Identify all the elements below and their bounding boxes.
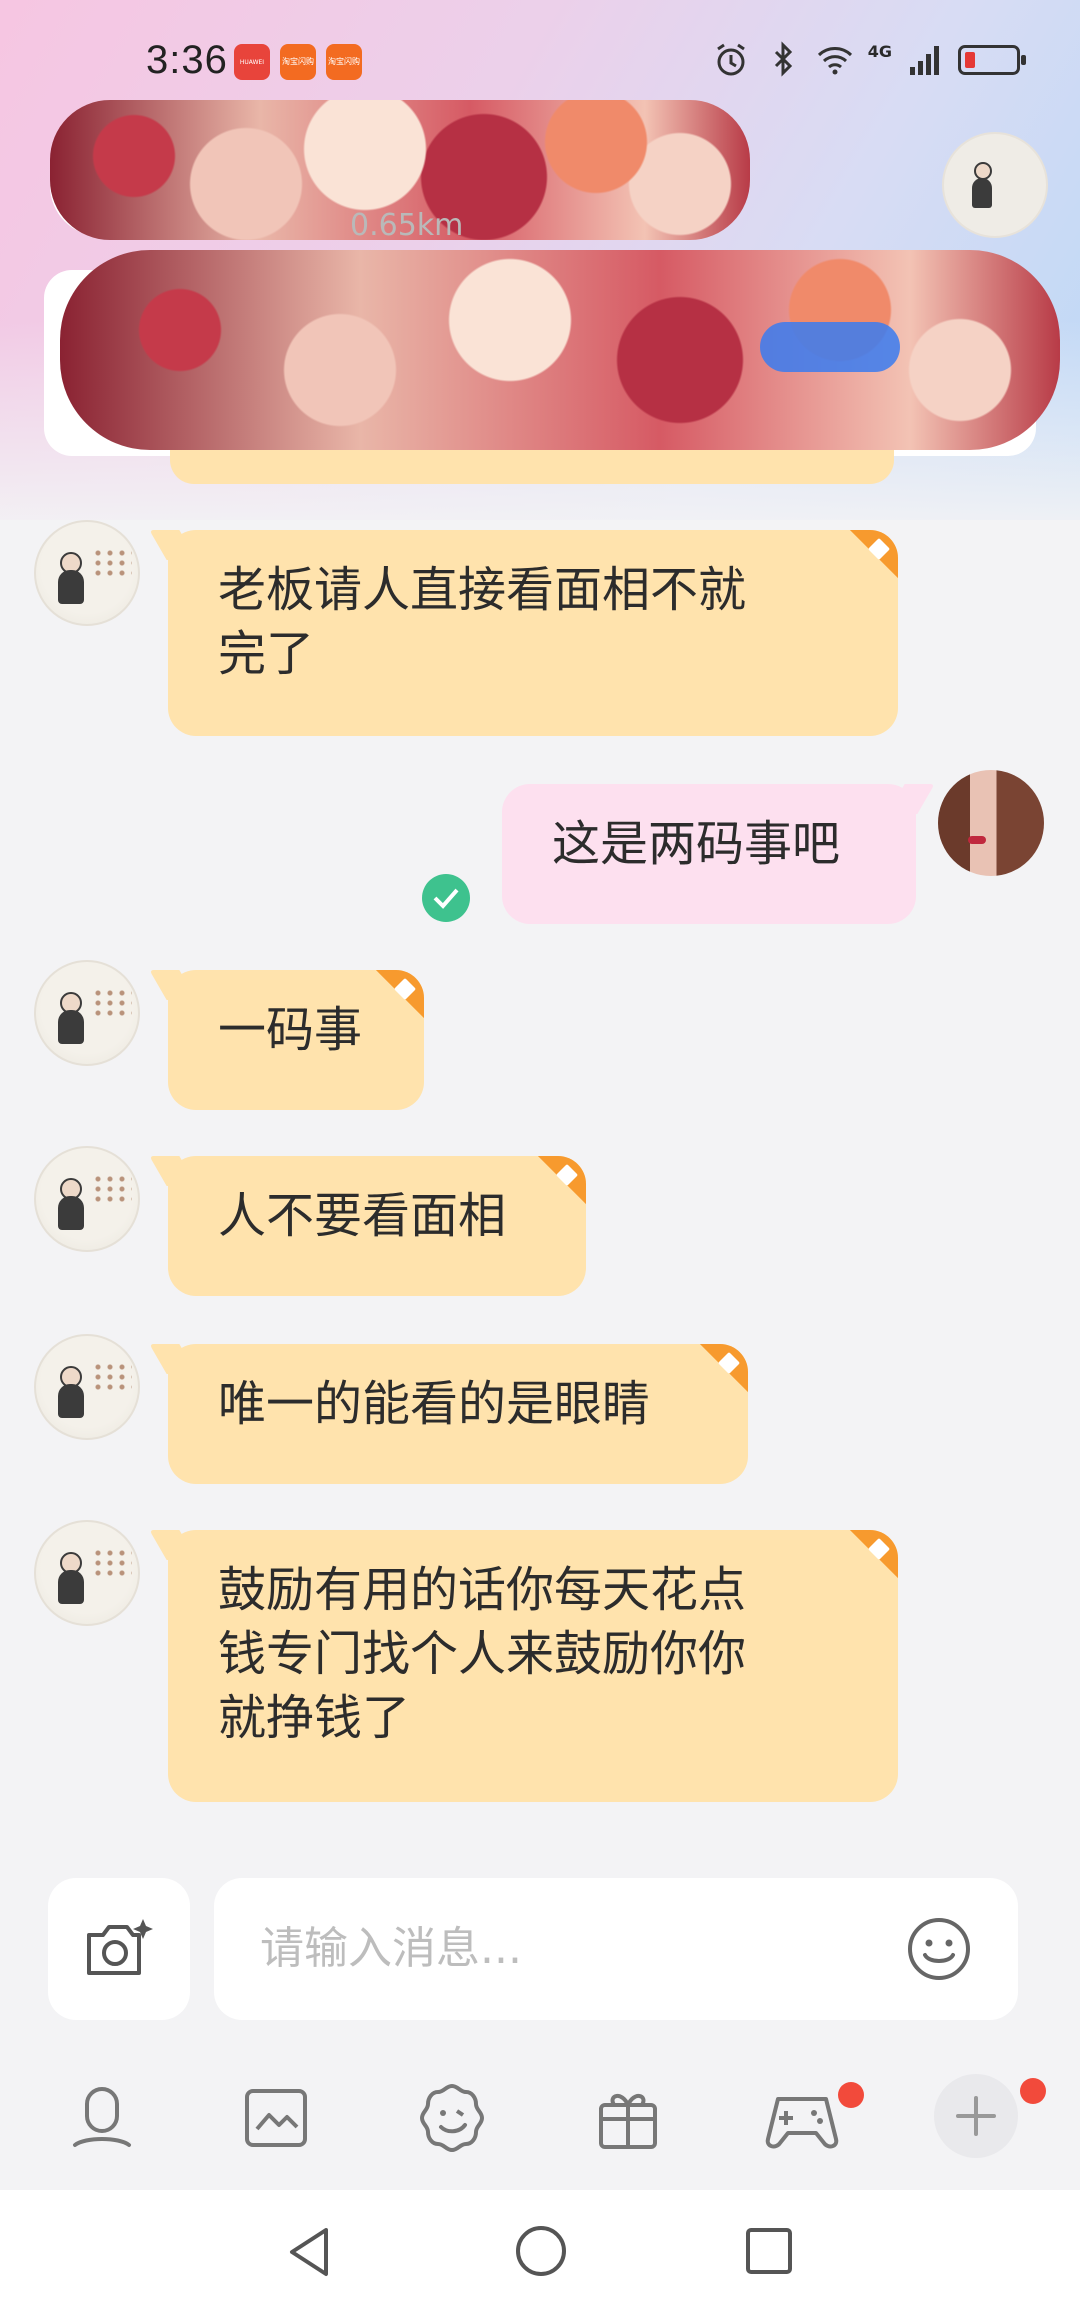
message-bubble[interactable]: 鼓励有用的话你每天花点 钱专门找个人来鼓励你你 就挣钱了 bbox=[168, 1530, 898, 1802]
rose-cover-image bbox=[60, 250, 1060, 450]
taobao-flash-icon: 淘宝闪购 bbox=[280, 44, 316, 80]
game-button[interactable] bbox=[762, 2078, 842, 2158]
composer bbox=[0, 1860, 1080, 2090]
status-icons: 4G bbox=[712, 40, 1026, 80]
message-line: 一码事 bbox=[218, 1002, 363, 1058]
partner-avatar[interactable] bbox=[34, 1334, 140, 1440]
gift-icon bbox=[599, 2094, 657, 2149]
game-notification-dot bbox=[838, 2082, 864, 2108]
signal-icon bbox=[910, 46, 939, 75]
vip-ribbon-icon bbox=[684, 1344, 748, 1408]
message-line: 钱专门找个人来鼓励你你 bbox=[218, 1626, 747, 1682]
emoji-icon[interactable] bbox=[906, 1916, 972, 1982]
vip-ribbon-icon bbox=[522, 1156, 586, 1220]
taobao-flash-icon-2: 淘宝闪购 bbox=[326, 44, 362, 80]
voice-button[interactable] bbox=[62, 2078, 142, 2158]
message-line: 这是两码事吧 bbox=[552, 816, 841, 872]
message-bubble[interactable]: 老板请人直接看面相不就 完了 bbox=[168, 530, 898, 736]
message-bubble[interactable]: 一码事 bbox=[168, 970, 424, 1110]
battery-icon bbox=[958, 45, 1026, 75]
alarm-icon bbox=[716, 43, 745, 76]
sticker-button[interactable] bbox=[412, 2078, 492, 2158]
recents-icon[interactable] bbox=[744, 2226, 794, 2276]
camera-icon bbox=[87, 1919, 153, 1975]
partner-avatar[interactable] bbox=[34, 520, 140, 626]
gift-button[interactable] bbox=[588, 2078, 668, 2158]
plus-icon bbox=[956, 2096, 996, 2136]
previous-bubble-fragment bbox=[170, 450, 894, 484]
chat-toolbar bbox=[0, 2076, 1080, 2186]
vip-ribbon-icon bbox=[834, 530, 898, 594]
game-icon bbox=[765, 2097, 839, 2149]
network-type: 4G bbox=[867, 42, 892, 61]
partner-avatar[interactable] bbox=[34, 1146, 140, 1252]
vip-ribbon-icon bbox=[360, 970, 424, 1034]
message-line: 老板请人直接看面相不就 bbox=[218, 562, 747, 618]
message-line: 就挣钱了 bbox=[218, 1690, 411, 1746]
partner-avatar[interactable] bbox=[34, 1520, 140, 1626]
message-line: 人不要看面相 bbox=[218, 1188, 507, 1244]
bluetooth-icon bbox=[774, 41, 792, 77]
image-button[interactable] bbox=[236, 2078, 316, 2158]
back-icon[interactable] bbox=[284, 2224, 334, 2280]
status-time: 3:36 bbox=[146, 38, 228, 82]
battery-level bbox=[965, 52, 975, 68]
voice-icon bbox=[73, 2087, 131, 2147]
message-bubble[interactable]: 人不要看面相 bbox=[168, 1156, 586, 1296]
vip-ribbon-icon bbox=[834, 1530, 898, 1594]
read-check-icon bbox=[422, 874, 470, 922]
follow-button[interactable] bbox=[760, 322, 900, 372]
message-line: 完了 bbox=[218, 626, 315, 682]
message-bubble-self[interactable]: 这是两码事吧 bbox=[502, 784, 916, 924]
self-avatar[interactable] bbox=[938, 770, 1044, 876]
camera-button[interactable] bbox=[48, 1878, 190, 2020]
more-button[interactable] bbox=[934, 2074, 1018, 2158]
message-bubble[interactable]: 唯一的能看的是眼睛 bbox=[168, 1344, 748, 1484]
sticker-icon bbox=[419, 2083, 485, 2153]
image-icon bbox=[245, 2089, 307, 2147]
home-icon[interactable] bbox=[514, 2224, 568, 2278]
partner-avatar[interactable] bbox=[34, 960, 140, 1066]
more-notification-dot bbox=[1020, 2078, 1046, 2104]
system-nav-bar bbox=[0, 2190, 1080, 2310]
message-line: 唯一的能看的是眼睛 bbox=[218, 1376, 651, 1432]
message-input-box[interactable] bbox=[214, 1878, 1018, 2020]
wifi-icon bbox=[817, 47, 852, 75]
huawei-app-icon: HUAWEI bbox=[234, 44, 270, 80]
header-avatar[interactable] bbox=[942, 132, 1048, 238]
message-line: 鼓励有用的话你每天花点 bbox=[218, 1562, 747, 1618]
message-input[interactable] bbox=[260, 1918, 860, 1978]
distance-label: 0.65km bbox=[350, 208, 464, 243]
